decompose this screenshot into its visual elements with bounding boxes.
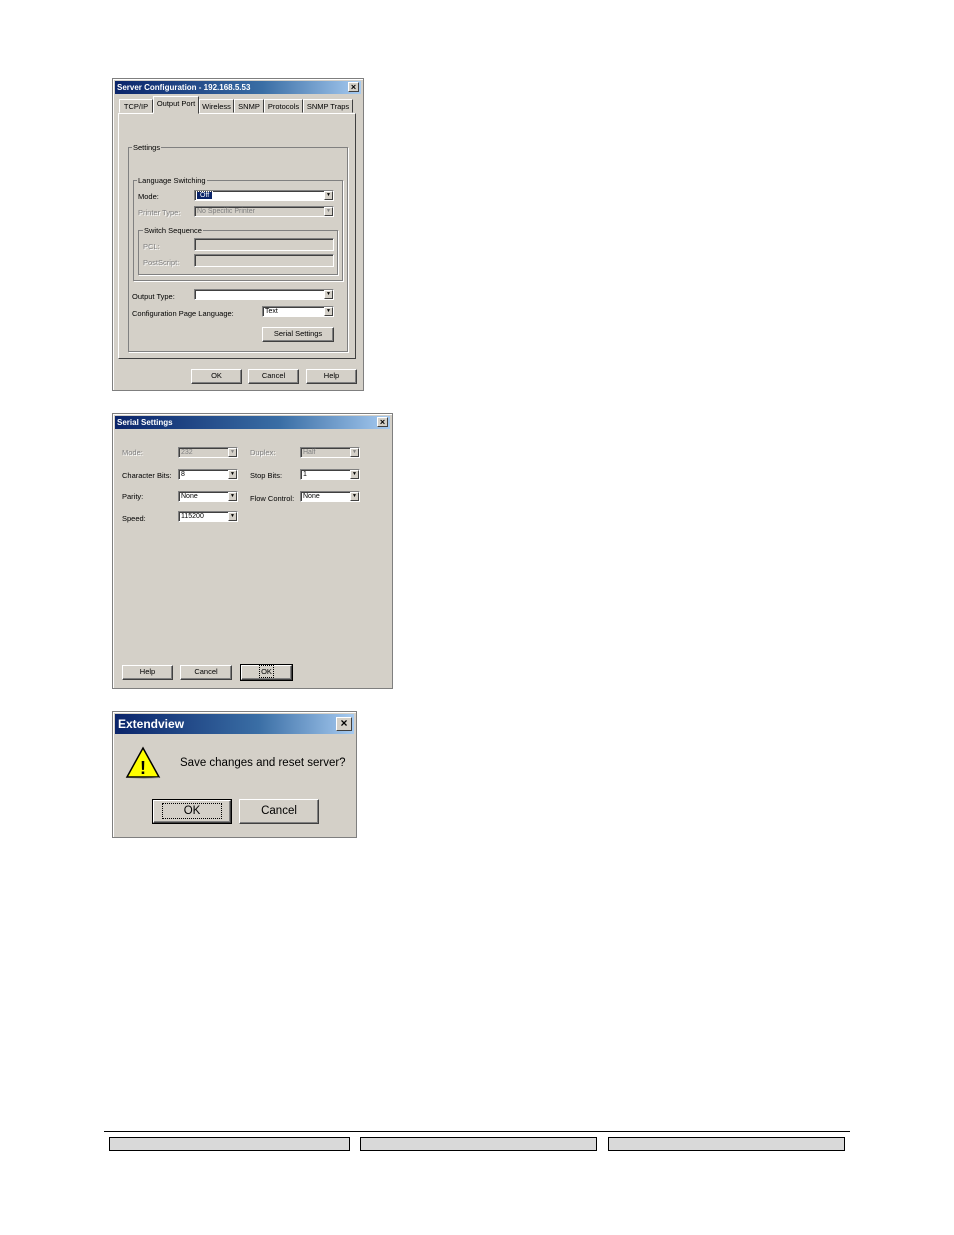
speed-select[interactable]: 115200 ▼ bbox=[178, 511, 238, 522]
serial-mode-label: Mode: bbox=[122, 448, 143, 457]
tab-snmp-traps[interactable]: SNMP Traps bbox=[303, 99, 353, 113]
ok-button[interactable]: OK bbox=[240, 664, 293, 681]
tab-label: Wireless bbox=[202, 102, 231, 111]
language-switching-label: Language Switching bbox=[137, 176, 207, 185]
printer-type-label: Printer Type: bbox=[138, 208, 181, 217]
printer-type-value: No Specific Printer bbox=[197, 208, 255, 215]
postscript-label: PostScript: bbox=[143, 258, 180, 267]
chevron-down-icon[interactable]: ▼ bbox=[350, 448, 359, 457]
ok-button[interactable]: OK bbox=[191, 369, 242, 384]
chevron-down-icon[interactable]: ▼ bbox=[228, 470, 237, 479]
config-page-language-select[interactable]: Text ▼ bbox=[262, 306, 334, 317]
switch-sequence-group bbox=[138, 230, 338, 275]
footer-box-left bbox=[109, 1137, 350, 1151]
tab-label: TCP/IP bbox=[123, 102, 149, 111]
help-button[interactable]: Help bbox=[122, 665, 173, 680]
footer-rule bbox=[104, 1131, 850, 1132]
server-config-title: Server Configuration - 192.168.5.53 bbox=[117, 83, 251, 92]
parity-select[interactable]: None ▼ bbox=[178, 491, 238, 502]
postscript-input[interactable] bbox=[194, 254, 334, 267]
stop-bits-select[interactable]: 1 ▼ bbox=[300, 469, 360, 480]
output-port-panel: Settings Language Switching Mode: Off ▼ … bbox=[118, 113, 356, 359]
tab-label: SNMP Traps bbox=[306, 102, 350, 111]
stop-bits-label: Stop Bits: bbox=[250, 471, 283, 480]
footer-box-right bbox=[608, 1137, 845, 1151]
duplex-value: Half bbox=[303, 449, 316, 456]
printer-type-select[interactable]: No Specific Printer ▼ bbox=[194, 206, 334, 217]
ok-button-label: OK bbox=[259, 665, 274, 678]
chevron-down-icon[interactable]: ▼ bbox=[324, 207, 333, 216]
ok-button-label: OK bbox=[161, 803, 223, 819]
extendview-titlebar[interactable]: Extendview × bbox=[115, 714, 354, 734]
footer-box-middle bbox=[360, 1137, 597, 1151]
pcl-label: PCL: bbox=[143, 242, 160, 251]
serial-settings-title: Serial Settings bbox=[117, 418, 173, 427]
flow-control-value: None bbox=[303, 493, 320, 500]
cancel-button[interactable]: Cancel bbox=[248, 369, 299, 384]
output-type-label: Output Type: bbox=[132, 292, 175, 301]
tab-protocols[interactable]: Protocols bbox=[264, 99, 303, 113]
mode-value: Off bbox=[195, 191, 214, 200]
duplex-select[interactable]: Half ▼ bbox=[300, 447, 360, 458]
character-bits-value: 8 bbox=[181, 471, 185, 478]
parity-label: Parity: bbox=[122, 492, 144, 501]
speed-label: Speed: bbox=[122, 514, 146, 523]
pcl-input[interactable] bbox=[194, 238, 334, 251]
serial-settings-button[interactable]: Serial Settings bbox=[262, 327, 334, 342]
tab-snmp[interactable]: SNMP bbox=[234, 99, 264, 113]
close-icon[interactable]: × bbox=[348, 82, 359, 92]
chevron-down-icon[interactable]: ▼ bbox=[324, 191, 333, 200]
tab-label: Protocols bbox=[267, 102, 300, 111]
speed-value: 115200 bbox=[181, 513, 204, 520]
output-type-select[interactable]: ▼ bbox=[194, 289, 334, 300]
extendview-title: Extendview bbox=[118, 717, 185, 731]
chevron-down-icon[interactable]: ▼ bbox=[324, 307, 333, 316]
stop-bits-value: 1 bbox=[303, 471, 307, 478]
server-config-dialog: Server Configuration - 192.168.5.53 × TC… bbox=[112, 78, 364, 391]
chevron-down-icon[interactable]: ▼ bbox=[324, 290, 333, 299]
ok-button[interactable]: OK bbox=[152, 799, 232, 824]
switch-sequence-label: Switch Sequence bbox=[143, 226, 203, 235]
close-icon[interactable]: × bbox=[377, 417, 388, 427]
serial-mode-value: 232 bbox=[181, 449, 193, 456]
settings-group-label: Settings bbox=[132, 143, 162, 152]
tab-label: Output Port bbox=[156, 99, 196, 108]
tab-output-port[interactable]: Output Port bbox=[153, 96, 199, 114]
warning-glyph: ! bbox=[140, 758, 146, 778]
flow-control-select[interactable]: None ▼ bbox=[300, 491, 360, 502]
character-bits-label: Character Bits: bbox=[122, 471, 172, 480]
config-page-language-value: Text bbox=[265, 308, 278, 315]
help-button[interactable]: Help bbox=[306, 369, 357, 384]
duplex-label: Duplex: bbox=[250, 448, 276, 457]
flow-control-label: Flow Control: bbox=[250, 494, 295, 503]
serial-mode-select[interactable]: 232 ▼ bbox=[178, 447, 238, 458]
parity-value: None bbox=[181, 493, 198, 500]
config-page-language-label: Configuration Page Language: bbox=[132, 309, 234, 318]
cancel-button[interactable]: Cancel bbox=[180, 665, 232, 680]
cancel-button[interactable]: Cancel bbox=[239, 799, 319, 824]
chevron-down-icon[interactable]: ▼ bbox=[228, 448, 237, 457]
mode-label: Mode: bbox=[138, 192, 159, 201]
extendview-message: Save changes and reset server? bbox=[180, 757, 346, 769]
mode-select[interactable]: Off ▼ bbox=[194, 190, 334, 201]
serial-settings-titlebar[interactable]: Serial Settings × bbox=[115, 416, 390, 429]
chevron-down-icon[interactable]: ▼ bbox=[350, 470, 359, 479]
server-config-titlebar[interactable]: Server Configuration - 192.168.5.53 × bbox=[115, 81, 361, 94]
chevron-down-icon[interactable]: ▼ bbox=[228, 492, 237, 501]
character-bits-select[interactable]: 8 ▼ bbox=[178, 469, 238, 480]
extendview-dialog: Extendview × ! Save changes and reset se… bbox=[112, 711, 357, 838]
chevron-down-icon[interactable]: ▼ bbox=[228, 512, 237, 521]
warning-icon: ! bbox=[125, 746, 161, 779]
tab-label: SNMP bbox=[238, 102, 260, 111]
close-icon[interactable]: × bbox=[336, 717, 352, 731]
serial-settings-dialog: Serial Settings × Mode: 232 ▼ Duplex: Ha… bbox=[112, 413, 393, 689]
tab-wireless[interactable]: Wireless bbox=[199, 99, 234, 113]
chevron-down-icon[interactable]: ▼ bbox=[350, 492, 359, 501]
tab-tcpip[interactable]: TCP/IP bbox=[119, 99, 153, 113]
